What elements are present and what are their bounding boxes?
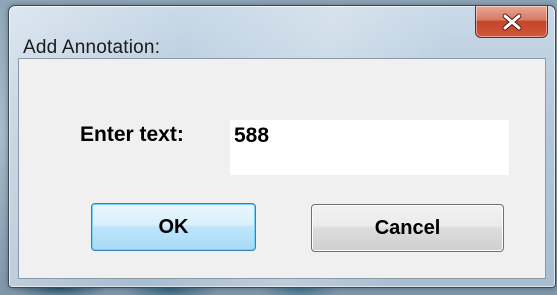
- ok-button[interactable]: OK: [91, 203, 256, 251]
- close-button[interactable]: [475, 6, 548, 38]
- add-annotation-dialog: Add Annotation: Enter text: 588 OK Cance…: [8, 5, 556, 288]
- dialog-content: Enter text: 588 OK Cancel: [18, 58, 546, 279]
- dialog-title: Add Annotation:: [23, 37, 161, 58]
- cancel-button[interactable]: Cancel: [311, 204, 504, 252]
- ok-button-label: OK: [158, 215, 189, 238]
- title-bar[interactable]: Add Annotation:: [9, 6, 555, 58]
- annotation-text-input[interactable]: 588: [230, 120, 509, 175]
- close-x-icon: [502, 13, 521, 30]
- annotation-text-value: 588: [234, 124, 270, 147]
- enter-text-label: Enter text:: [80, 123, 184, 146]
- cancel-button-label: Cancel: [374, 216, 441, 239]
